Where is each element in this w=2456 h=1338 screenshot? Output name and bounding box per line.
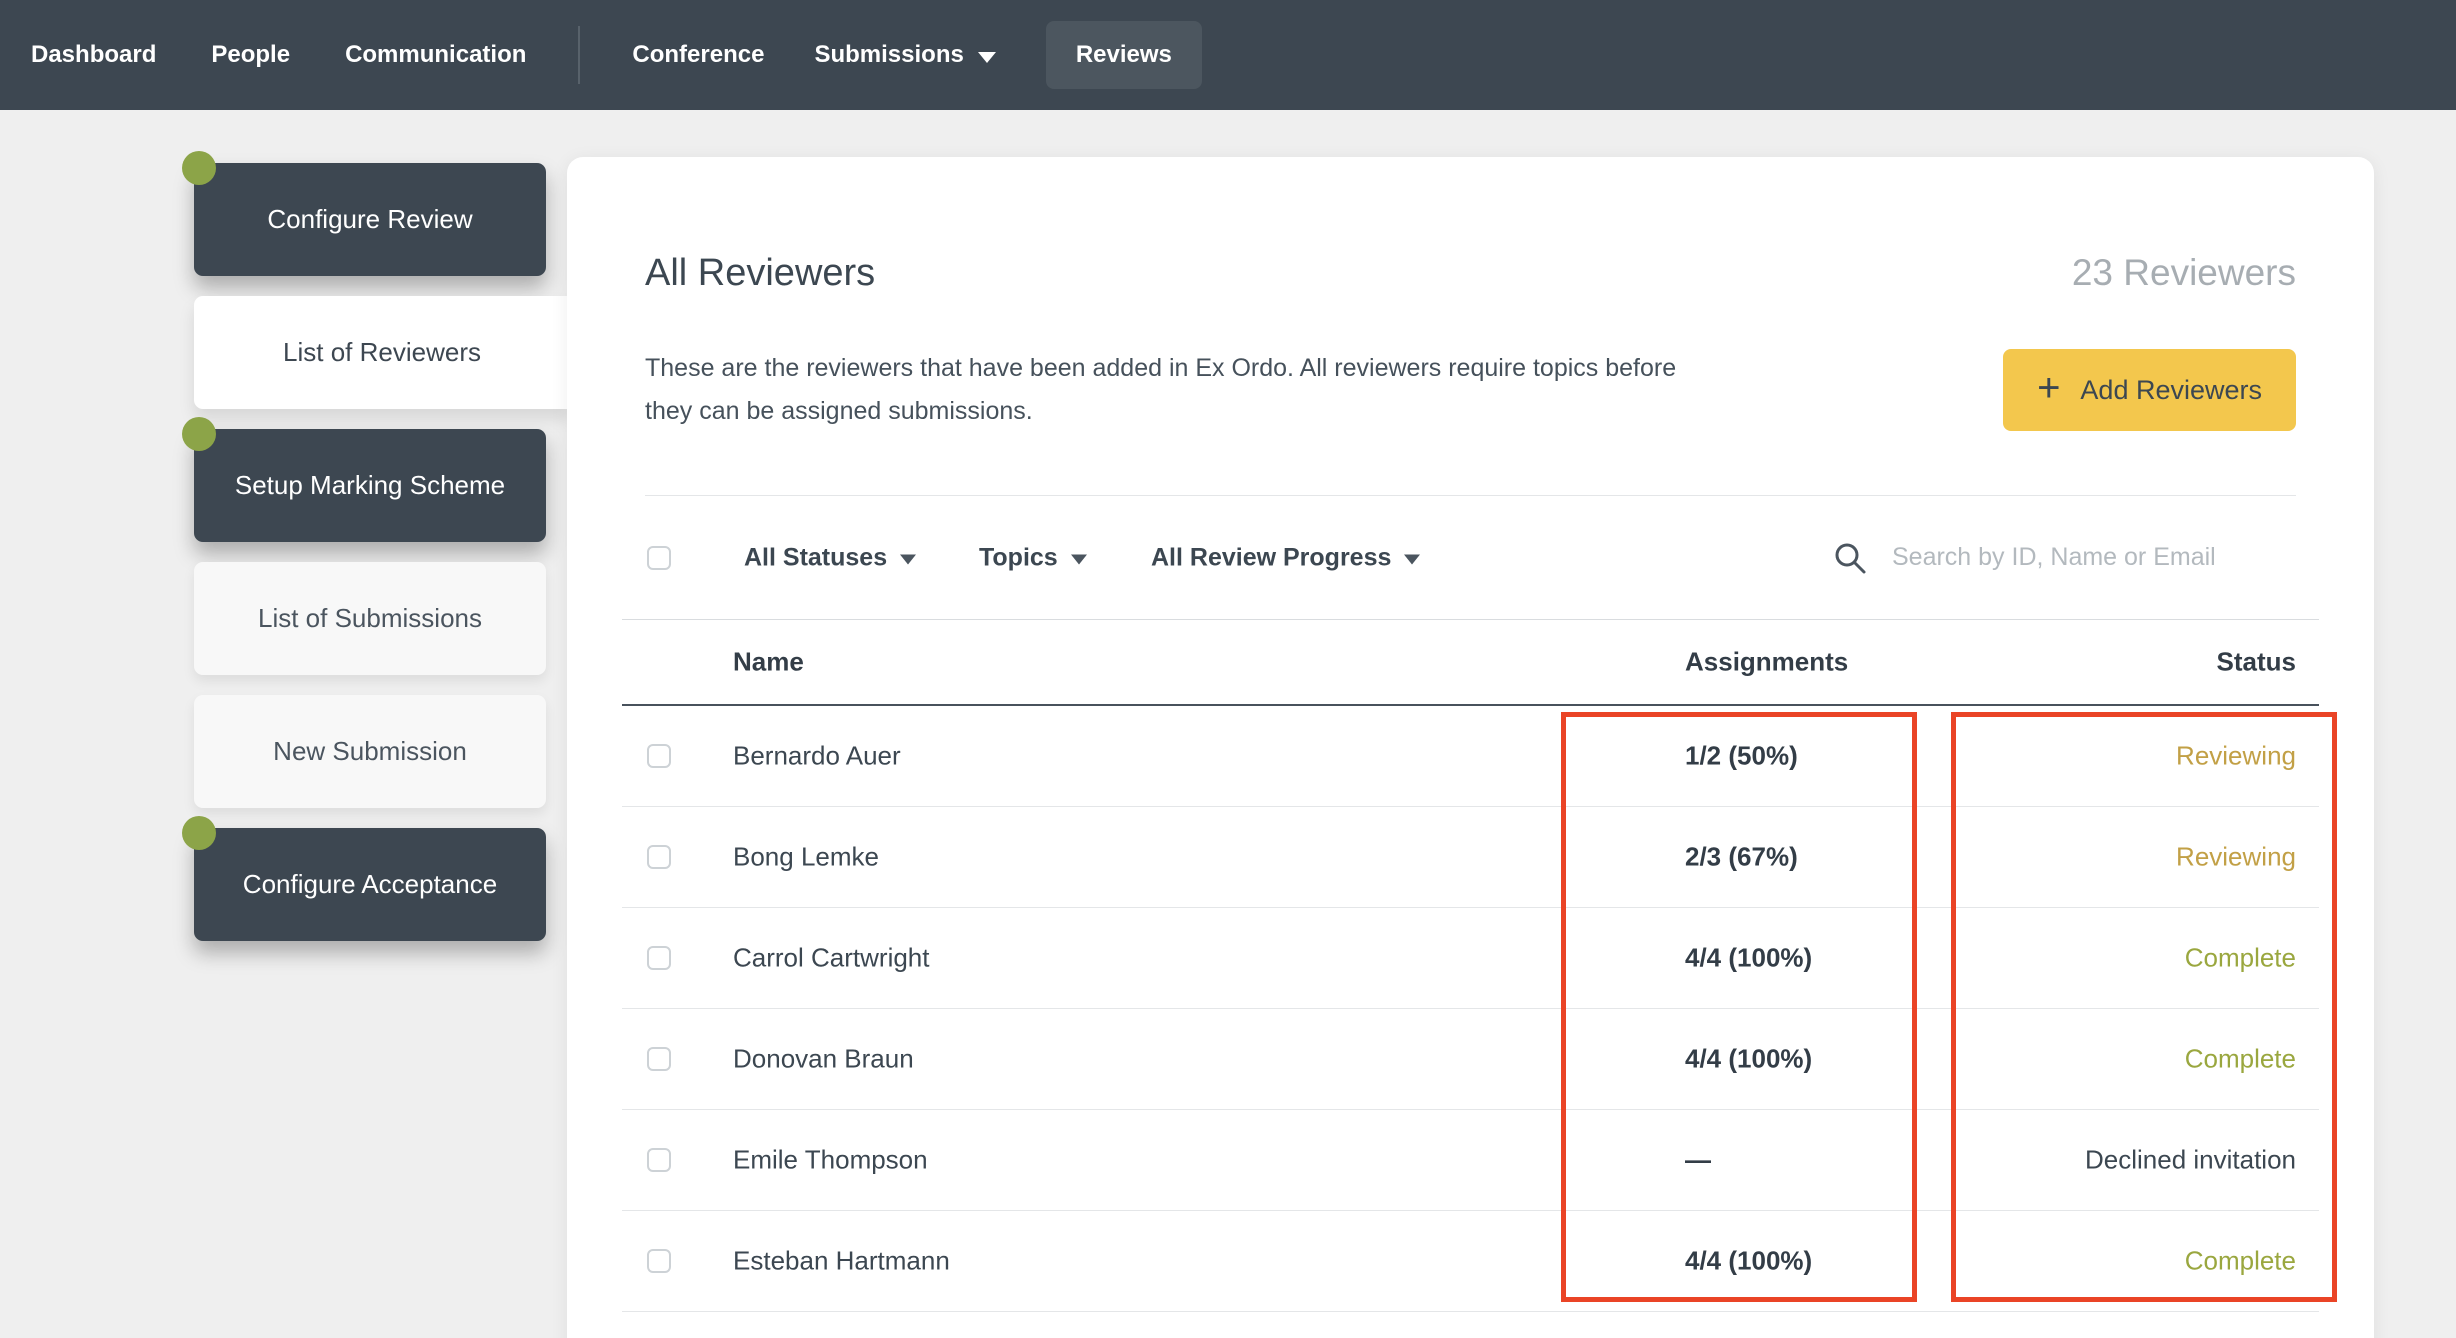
nav-item-communication[interactable]: Communication (345, 41, 526, 69)
table-row: Carrol Cartwright 4/4 (100%) Complete (622, 908, 2319, 1009)
filter-topics[interactable]: Topics (979, 543, 1087, 572)
reviewer-name: Emile Thompson (733, 1144, 928, 1175)
reviewer-name: Esteban Hartmann (733, 1245, 950, 1276)
row-checkbox[interactable] (647, 845, 671, 869)
sidebar-item-setup-marking-scheme[interactable]: Setup Marking Scheme (182, 417, 546, 542)
reviewer-status: Reviewing (2176, 841, 2296, 872)
filter-topics-label: Topics (979, 543, 1058, 571)
reviewer-assignments: 4/4 (100%) (1685, 1245, 1813, 1276)
reviewer-status: Declined invitation (2084, 1144, 2296, 1175)
column-header-assignments: Assignments (1685, 646, 1849, 677)
reviewer-assignments: 1/2 (50%) (1685, 740, 1798, 771)
filter-review-progress-label: All Review Progress (1151, 543, 1392, 571)
reviewers-panel: All Reviewers 23 Reviewers These are the… (567, 157, 2374, 1338)
row-checkbox[interactable] (647, 1047, 671, 1071)
nav-item-submissions[interactable]: Submissions (814, 41, 996, 69)
reviewer-name: Carrol Cartwright (733, 942, 930, 973)
sidebar-item-label: Configure Acceptance (242, 869, 498, 899)
nav-item-reviews[interactable]: Reviews (1045, 21, 1202, 89)
table-row: Donovan Braun 4/4 (100%) Complete (622, 1009, 2319, 1110)
screen: Dashboard People Communication Conferenc… (0, 0, 2456, 1338)
table-row: Bong Lemke 2/3 (67%) Reviewing (622, 807, 2319, 908)
search-input[interactable] (1890, 542, 2370, 573)
nav-divider (578, 26, 581, 84)
secondary-nav: Conference Submissions Reviews (632, 21, 1202, 89)
table-row: Emile Thompson — Declined invitation (622, 1110, 2319, 1211)
row-checkbox[interactable] (647, 946, 671, 970)
table-row: Bernardo Auer 1/2 (50%) Reviewing (622, 706, 2319, 807)
reviewer-status: Reviewing (2176, 740, 2296, 771)
add-reviewers-label: Add Reviewers (2080, 374, 2262, 405)
sidebar-item-label: Setup Marking Scheme (234, 470, 506, 500)
chevron-down-icon (900, 554, 917, 565)
sidebar-item-label: New Submission (273, 736, 467, 766)
column-header-status: Status (2216, 646, 2296, 677)
nav-item-conference[interactable]: Conference (632, 41, 764, 69)
reviewer-name: Bong Lemke (733, 841, 879, 872)
sidebar-item-list-of-reviewers[interactable]: List of Reviewers (194, 296, 570, 409)
page-title: All Reviewers (645, 252, 876, 294)
sidebar-item-list-of-submissions[interactable]: List of Submissions (194, 562, 546, 675)
column-header-name: Name (733, 646, 804, 677)
reviewer-status: Complete (2184, 1043, 2296, 1074)
chevron-down-icon (1070, 554, 1087, 565)
primary-nav: Dashboard People Communication (31, 41, 526, 69)
sidebar-item-configure-review[interactable]: Configure Review (182, 151, 546, 276)
reviewer-name: Bernardo Auer (733, 740, 901, 771)
chevron-down-icon (977, 51, 996, 63)
sidebar-item-label: Configure Review (267, 204, 473, 234)
row-checkbox[interactable] (647, 1249, 671, 1273)
sidebar-item-label: List of Reviewers (283, 337, 481, 367)
reviewer-count: 23 Reviewers (2071, 252, 2296, 293)
reviewer-status: Complete (2184, 1245, 2296, 1276)
sidebar-item-new-submission[interactable]: New Submission (194, 695, 546, 808)
row-checkbox[interactable] (647, 744, 671, 768)
nav-item-people[interactable]: People (211, 41, 290, 69)
table-row: Esteban Hartmann 4/4 (100%) Complete (622, 1211, 2319, 1312)
nav-item-submissions-label: Submissions (814, 41, 964, 68)
reviewer-assignments: 2/3 (67%) (1685, 841, 1798, 872)
filter-review-progress[interactable]: All Review Progress (1151, 543, 1421, 572)
filter-statuses[interactable]: All Statuses (744, 543, 917, 572)
reviewer-assignments: 4/4 (100%) (1685, 942, 1813, 973)
nav-item-dashboard[interactable]: Dashboard (31, 41, 156, 69)
reviewer-assignments: — (1685, 1144, 1711, 1175)
table-header: Name Assignments Status (622, 620, 2319, 706)
select-all-checkbox[interactable] (647, 545, 671, 570)
completed-dot-icon (182, 151, 216, 185)
filter-statuses-label: All Statuses (744, 543, 888, 571)
search-box (1832, 540, 2370, 576)
review-steps-sidebar: Configure Review List of Reviewers Setup… (182, 151, 570, 941)
page-description: These are the reviewers that have been a… (645, 354, 1677, 425)
search-icon (1835, 543, 1866, 573)
completed-dot-icon (182, 417, 216, 451)
add-reviewers-button[interactable]: + Add Reviewers (2003, 349, 2296, 431)
chevron-down-icon (1404, 554, 1421, 565)
sidebar-item-label: List of Submissions (258, 603, 482, 633)
filter-row: All Statuses Topics All Review Progress (622, 496, 2370, 620)
top-nav: Dashboard People Communication Conferenc… (0, 0, 2456, 110)
reviewer-name: Donovan Braun (733, 1043, 914, 1074)
completed-dot-icon (182, 816, 216, 850)
row-checkbox[interactable] (647, 1148, 671, 1172)
sidebar-item-configure-acceptance[interactable]: Configure Acceptance (182, 816, 546, 941)
reviewer-assignments: 4/4 (100%) (1685, 1043, 1813, 1074)
reviewer-status: Complete (2184, 942, 2296, 973)
